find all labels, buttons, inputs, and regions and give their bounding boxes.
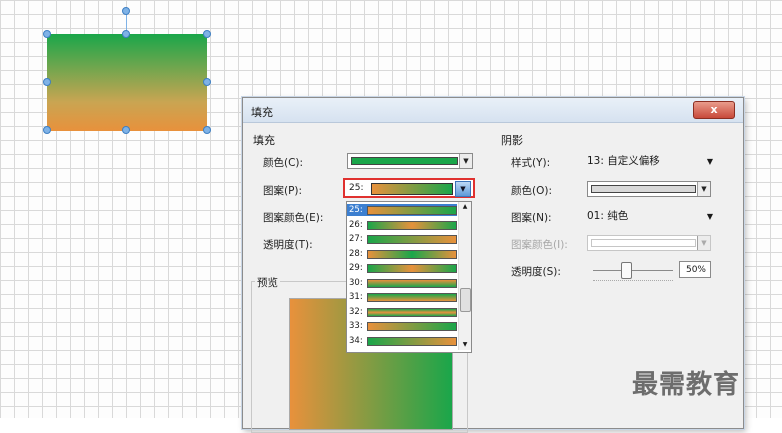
pattern-list-item-number: 31: [349, 292, 363, 302]
chevron-down-icon: ▼ [697, 236, 710, 250]
pattern-list-item[interactable]: 31: [347, 291, 457, 303]
pattern-list-item-swatch [367, 322, 457, 331]
pattern-list-item-swatch [367, 206, 457, 215]
shadow-color-picker[interactable]: ▼ [587, 181, 711, 197]
pattern-list-item-swatch [367, 249, 457, 259]
pattern-list-item-swatch [367, 278, 457, 288]
dialog-title: 填充 [251, 106, 273, 119]
watermark-text: 最需教育 [632, 370, 741, 400]
pattern-list-item-number: 28: [349, 248, 363, 259]
pattern-list-item-number: 25: [349, 205, 363, 215]
pattern-list-item-number: 27: [349, 234, 363, 244]
shadow-pattern-dropdown[interactable]: 01: 纯色 ▼ [587, 208, 715, 225]
fill-color-swatch [351, 157, 458, 165]
shadow-section-label: 阴影 [501, 134, 523, 147]
pattern-list-item[interactable]: 33: [347, 320, 457, 332]
resize-handle-left[interactable] [43, 78, 51, 86]
chevron-down-icon[interactable]: ▼ [459, 154, 472, 168]
chevron-down-icon[interactable]: ▼ [455, 181, 471, 197]
resize-handle-bottom-right[interactable] [203, 126, 211, 134]
pattern-list-item[interactable]: 30: [347, 277, 457, 289]
pattern-list-item-swatch [367, 220, 457, 230]
pattern-color-label: 图案颜色(E): [263, 212, 324, 224]
transparency-slider-thumb[interactable] [621, 262, 632, 279]
pattern-list-item[interactable]: 28: [347, 248, 457, 260]
pattern-list-item-swatch [367, 293, 457, 302]
resize-handle-top[interactable] [122, 30, 130, 38]
shadow-pattern-value: 01: 纯色 [587, 210, 629, 222]
pattern-list-item[interactable]: 32: [347, 306, 457, 318]
shadow-pattern-color-swatch [591, 239, 696, 247]
pattern-label: 图案(P): [263, 185, 303, 197]
rotation-handle[interactable] [122, 7, 130, 15]
shadow-pattern-label: 图案(N): [511, 212, 552, 224]
resize-handle-top-right[interactable] [203, 30, 211, 38]
dialog-titlebar[interactable]: 填充 x [243, 98, 743, 123]
chevron-down-icon[interactable]: ▼ [707, 208, 713, 225]
pattern-list-item-swatch [367, 307, 457, 317]
pattern-list-item[interactable]: 25: [347, 204, 457, 216]
resize-handle-bottom[interactable] [122, 126, 130, 134]
scroll-down-icon[interactable]: ▼ [459, 340, 471, 350]
scroll-up-icon[interactable]: ▲ [459, 202, 471, 212]
pattern-list-item-number: 32: [349, 306, 363, 317]
pattern-list-item-number: 33: [349, 321, 363, 331]
pattern-list-item-number: 30: [349, 277, 363, 288]
pattern-list-item-swatch [367, 336, 457, 346]
pattern-list[interactable]: 25: 26: 27: 28: 29: 30: 31: 32: 33: 34: ▲ ▼ [346, 201, 472, 353]
pattern-list-item[interactable]: 34: [347, 335, 457, 347]
transparency-slider-track[interactable] [593, 270, 673, 271]
shadow-color-swatch [591, 185, 696, 193]
shadow-transparency-label: 透明度(S): [511, 266, 561, 278]
shadow-pattern-color-picker: ▼ [587, 235, 711, 251]
pattern-list-item-swatch [367, 264, 457, 273]
pattern-list-item[interactable]: 29: [347, 262, 457, 274]
shadow-pattern-color-label: 图案颜色(I): [511, 239, 568, 251]
resize-handle-bottom-left[interactable] [43, 126, 51, 134]
pattern-list-item-number: 26: [349, 219, 363, 230]
scroll-thumb[interactable] [460, 288, 471, 312]
close-button[interactable]: x [693, 101, 735, 119]
shadow-style-dropdown[interactable]: 13: 自定义偏移 ▼ [587, 153, 715, 170]
fill-section-label: 填充 [253, 134, 275, 147]
fill-color-picker[interactable]: ▼ [347, 153, 473, 169]
list-scrollbar[interactable]: ▲ ▼ [458, 202, 471, 350]
pattern-value: 25: [349, 183, 364, 193]
transparency-value-field[interactable]: 50% [679, 261, 711, 278]
pattern-list-item-swatch [367, 235, 457, 244]
slider-ticks [593, 280, 673, 281]
pattern-swatch [371, 183, 453, 195]
pattern-dropdown[interactable]: 25: ▼ [343, 178, 475, 198]
pattern-list-item[interactable]: 27: [347, 233, 457, 245]
shadow-style-value: 13: 自定义偏移 [587, 155, 660, 167]
pattern-list-item-number: 29: [349, 263, 363, 273]
shadow-style-label: 样式(Y): [511, 157, 551, 169]
chevron-down-icon[interactable]: ▼ [697, 182, 710, 196]
pattern-list-item-number: 34: [349, 335, 363, 346]
resize-handle-right[interactable] [203, 78, 211, 86]
shadow-color-label: 颜色(O): [511, 185, 552, 197]
resize-handle-top-left[interactable] [43, 30, 51, 38]
color-label: 颜色(C): [263, 157, 304, 169]
pattern-list-item[interactable]: 26: [347, 219, 457, 231]
selected-rectangle-shape[interactable] [47, 34, 207, 131]
preview-label: 预览 [255, 275, 280, 290]
transparency-label: 透明度(T): [263, 239, 313, 251]
chevron-down-icon[interactable]: ▼ [707, 153, 713, 170]
